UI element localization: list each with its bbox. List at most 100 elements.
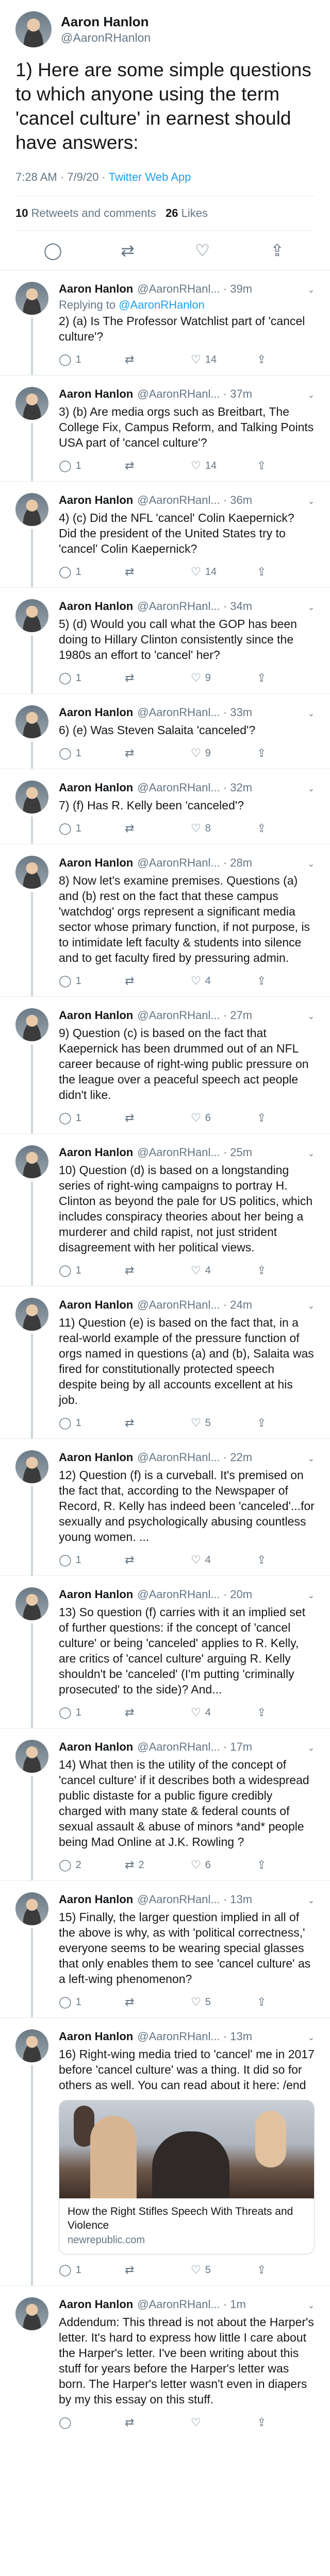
heart-icon[interactable]: ♡ <box>191 671 201 685</box>
avatar[interactable] <box>15 599 48 632</box>
retweet-icon[interactable]: ⇄ <box>125 1111 134 1125</box>
like-action[interactable]: ♡ 4 <box>191 1264 257 1277</box>
author-name[interactable]: Aaron Hanlon <box>59 1740 133 1754</box>
retweet-action[interactable]: ⇄ 2 <box>125 1858 191 1872</box>
reply-tweet[interactable]: Aaron Hanlon @AaronRHanl... · 17m ⌄ 14) … <box>0 1728 330 1880</box>
heart-icon[interactable]: ♡ <box>191 1264 201 1277</box>
heart-icon[interactable]: ♡ <box>191 974 201 988</box>
share-icon[interactable]: ⇪ <box>257 2416 266 2429</box>
retweet-action[interactable]: ⇄ <box>125 1264 191 1277</box>
reply-tweet[interactable]: Aaron Hanlon @AaronRHanl... · 37m ⌄ 3) (… <box>0 375 330 481</box>
reply-action[interactable]: ◯ <box>59 2416 125 2429</box>
share-action[interactable]: ⇪ <box>257 822 270 835</box>
reply-icon[interactable]: ◯ <box>59 1995 72 2009</box>
avatar[interactable] <box>15 2297 48 2330</box>
avatar[interactable] <box>15 1740 48 1773</box>
retweet-action[interactable]: ⇄ <box>125 2416 191 2429</box>
chevron-down-icon[interactable]: ⌄ <box>308 782 315 796</box>
retweet-action[interactable]: ⇄ <box>125 974 191 988</box>
share-action[interactable]: ⇪ <box>257 1111 270 1125</box>
retweet-icon[interactable]: ⇄ <box>125 353 134 366</box>
author-name[interactable]: Aaron Hanlon <box>59 781 133 795</box>
link-card[interactable]: How the Right Stifles Speech With Threat… <box>59 2100 315 2255</box>
heart-icon[interactable]: ♡ <box>191 747 201 760</box>
chevron-down-icon[interactable]: ⌄ <box>308 495 315 509</box>
retweet-action[interactable]: ⇄ <box>125 1111 191 1125</box>
retweet-icon[interactable]: ⇄ <box>125 822 134 835</box>
avatar[interactable] <box>15 856 48 889</box>
chevron-down-icon[interactable]: ⌄ <box>308 388 315 403</box>
reply-action[interactable]: ◯ 1 <box>59 1995 125 2009</box>
avatar[interactable] <box>15 705 48 738</box>
retweet-action[interactable]: ⇄ <box>125 1706 191 1719</box>
retweet-icon[interactable]: ⇄ <box>125 1553 134 1567</box>
share-icon[interactable]: ⇪ <box>257 974 266 988</box>
reply-tweet[interactable]: Aaron Hanlon @AaronRHanl... · 1m ⌄ Adden… <box>0 2285 330 2438</box>
heart-icon[interactable]: ♡ <box>191 1995 201 2009</box>
heart-icon[interactable]: ♡ <box>191 353 201 366</box>
retweet-action[interactable]: ⇄ <box>125 1995 191 2009</box>
share-icon[interactable]: ⇪ <box>257 1995 266 2009</box>
author-handle-time[interactable]: @AaronRHanl... · 13m <box>137 1892 303 1907</box>
author-handle-time[interactable]: @AaronRHanl... · 17m <box>137 1740 303 1754</box>
retweet-icon[interactable]: ⇄ <box>125 671 134 685</box>
like-action[interactable]: ♡ 14 <box>191 459 257 472</box>
chevron-down-icon[interactable]: ⌄ <box>308 1741 315 1756</box>
share-icon[interactable]: ⇪ <box>257 822 266 835</box>
share-action[interactable]: ⇪ <box>257 671 270 685</box>
likes-count[interactable]: 26 <box>166 207 178 219</box>
author-name[interactable]: Aaron Hanlon <box>59 599 133 614</box>
author-handle-time[interactable]: @AaronRHanl... · 33m <box>137 705 303 720</box>
like-action[interactable]: ♡ 5 <box>191 1995 257 2009</box>
retweet-icon[interactable]: ⇄ <box>125 1995 134 2009</box>
reply-icon[interactable]: ◯ <box>59 1706 72 1719</box>
author-handle-time[interactable]: @AaronRHanl... · 36m <box>137 493 303 507</box>
reply-action[interactable]: ◯ 1 <box>59 822 125 835</box>
author-name[interactable]: Aaron Hanlon <box>59 2297 133 2312</box>
like-action[interactable]: ♡ 5 <box>191 2263 257 2277</box>
share-icon[interactable]: ⇪ <box>257 671 266 685</box>
chevron-down-icon[interactable]: ⌄ <box>308 707 315 721</box>
replying-to-link[interactable]: @AaronRHanlon <box>119 298 205 311</box>
chevron-down-icon[interactable]: ⌄ <box>308 601 315 615</box>
reply-action[interactable]: ◯ 1 <box>59 1111 125 1125</box>
retweet-icon[interactable]: ⇄ <box>125 747 134 760</box>
author-handle-time[interactable]: @AaronRHanl... · 20m <box>137 1587 303 1602</box>
reply-icon[interactable]: ◯ <box>43 240 63 261</box>
author-handle-time[interactable]: @AaronRHanl... · 34m <box>137 599 303 614</box>
reply-icon[interactable]: ◯ <box>59 2263 72 2277</box>
author-handle-time[interactable]: @AaronRHanl... · 24m <box>137 1298 303 1312</box>
share-icon[interactable]: ⇪ <box>257 1264 266 1277</box>
chevron-down-icon[interactable]: ⌄ <box>308 2031 315 2045</box>
reply-tweet[interactable]: Aaron Hanlon @AaronRHanl... · 20m ⌄ 13) … <box>0 1575 330 1728</box>
reply-action[interactable]: ◯ 1 <box>59 1264 125 1277</box>
author-handle-time[interactable]: @AaronRHanl... · 28m <box>137 856 303 870</box>
retweets-count[interactable]: 10 <box>15 207 28 219</box>
author-name[interactable]: Aaron Hanlon <box>59 1450 133 1465</box>
author-name[interactable]: Aaron Hanlon <box>59 387 133 401</box>
author-name[interactable]: Aaron Hanlon <box>59 1587 133 1602</box>
like-action[interactable]: ♡ 6 <box>191 1111 257 1125</box>
author-handle-time[interactable]: @AaronRHanl... · 39m <box>137 282 303 296</box>
reply-tweet[interactable]: Aaron Hanlon @AaronRHanl... · 36m ⌄ 4) (… <box>0 481 330 587</box>
reply-icon[interactable]: ◯ <box>59 1553 72 1567</box>
like-action[interactable]: ♡ 6 <box>191 1858 257 1872</box>
reply-tweet[interactable]: Aaron Hanlon @AaronRHanl... · 27m ⌄ 9) Q… <box>0 996 330 1133</box>
reply-icon[interactable]: ◯ <box>59 1111 72 1125</box>
share-action[interactable]: ⇪ <box>257 565 270 579</box>
like-action[interactable]: ♡ <box>191 2416 257 2429</box>
reply-icon[interactable]: ◯ <box>59 671 72 685</box>
retweet-action[interactable]: ⇄ <box>125 565 191 579</box>
chevron-down-icon[interactable]: ⌄ <box>308 1894 315 1908</box>
share-action[interactable]: ⇪ <box>257 1706 270 1719</box>
heart-icon[interactable]: ♡ <box>191 1858 201 1872</box>
chevron-down-icon[interactable]: ⌄ <box>308 857 315 872</box>
share-action[interactable]: ⇪ <box>257 2263 270 2277</box>
heart-icon[interactable]: ♡ <box>192 240 213 261</box>
share-action[interactable]: ⇪ <box>257 1995 270 2009</box>
author-name[interactable]: Aaron Hanlon <box>59 856 133 870</box>
retweet-action[interactable]: ⇄ <box>125 671 191 685</box>
author-name[interactable]: Aaron Hanlon <box>59 1892 133 1907</box>
share-action[interactable]: ⇪ <box>257 1416 270 1430</box>
share-action[interactable]: ⇪ <box>257 1858 270 1872</box>
